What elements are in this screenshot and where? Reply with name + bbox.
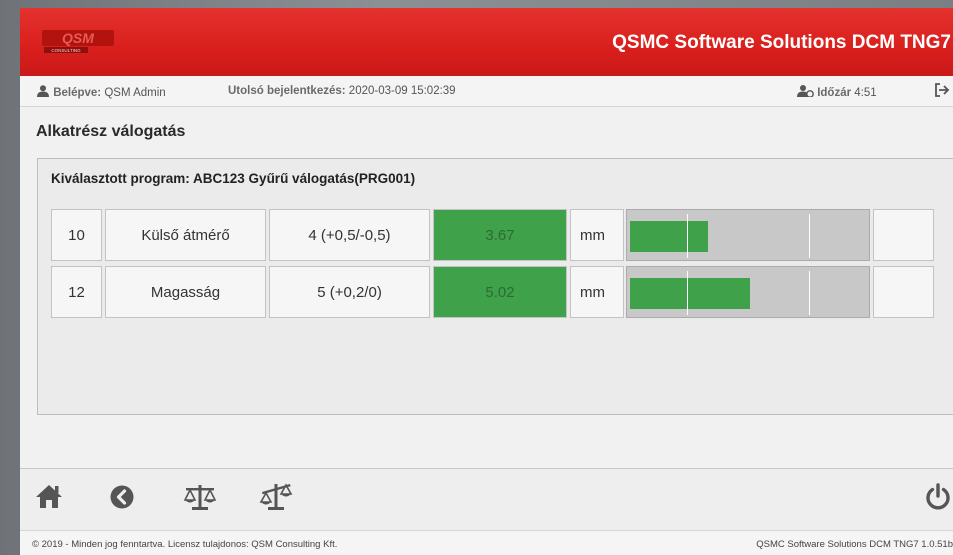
program-label: Kiválasztott program: [51, 171, 190, 186]
row-value: 3.67 [433, 209, 567, 261]
user-value: QSM Admin [104, 87, 166, 99]
top-bar: QSM CONSULTING QSMC Software Solutions D… [20, 8, 953, 76]
home-icon[interactable] [34, 483, 64, 514]
power-icon[interactable] [924, 483, 952, 516]
gauge-lower-limit [687, 214, 688, 258]
user-clock-icon [797, 85, 814, 98]
app-screen: QSM CONSULTING QSMC Software Solutions D… [20, 8, 953, 555]
program-value: ABC123 Gyűrű válogatás(PRG001) [193, 171, 416, 186]
tolerance-gauge [626, 209, 870, 261]
back-icon[interactable] [110, 485, 134, 514]
unbalanced-scale-icon[interactable] [259, 480, 293, 517]
company-logo: QSM CONSULTING [42, 26, 116, 54]
gauge-lower-limit [687, 271, 688, 315]
page-title: Alkatrész válogatás [36, 123, 186, 140]
user-icon [37, 85, 49, 97]
user-label: Belépve: [53, 87, 102, 99]
row-id: 10 [51, 209, 102, 261]
logged-in-user: Belépve: QSM Admin [36, 85, 166, 99]
balance-scale-icon[interactable] [183, 482, 217, 517]
row-status-cell [873, 209, 934, 261]
row-status-cell [873, 266, 934, 318]
gauge-upper-limit [809, 271, 810, 315]
svg-text:QSM: QSM [62, 30, 94, 46]
timer-label: Időzár [817, 87, 852, 99]
row-id: 12 [51, 266, 102, 318]
last-login-value: 2020-03-09 15:02:39 [348, 85, 456, 97]
tolerance-gauge [626, 266, 870, 318]
row-name: Magasság [105, 266, 266, 318]
session-timer: Időzár 4:51 [797, 85, 877, 99]
version-text: QSMC Software Solutions DCM TNG7 1.0.51b [756, 539, 953, 550]
gauge-upper-limit [809, 214, 810, 258]
logout-icon[interactable] [934, 83, 950, 100]
gauge-bar [630, 221, 708, 252]
row-value: 5.02 [433, 266, 567, 318]
timer-value: 4:51 [854, 87, 877, 99]
app-title: QSMC Software Solutions DCM TNG7 [612, 32, 951, 53]
row-unit: mm [570, 209, 624, 261]
row-name: Külső átmérő [105, 209, 266, 261]
copyright-text: © 2019 - Minden jog fenntartva. Licensz … [32, 539, 338, 550]
info-bar: Belépve: QSM Admin Utolsó bejelentkezés:… [20, 76, 953, 107]
row-nominal: 5 (+0,2/0) [269, 266, 430, 318]
gauge-bar [630, 278, 750, 309]
row-nominal: 4 (+0,5/-0,5) [269, 209, 430, 261]
last-login: Utolsó bejelentkezés: 2020-03-09 15:02:3… [228, 85, 456, 97]
selected-program: Kiválasztott program: ABC123 Gyűrű válog… [51, 171, 415, 186]
svg-text:CONSULTING: CONSULTING [51, 48, 81, 53]
last-login-label: Utolsó bejelentkezés: [228, 85, 346, 97]
bottom-toolbar [20, 468, 953, 531]
footer: © 2019 - Minden jog fenntartva. Licensz … [20, 530, 953, 555]
row-unit: mm [570, 266, 624, 318]
measurement-panel: Kiválasztott program: ABC123 Gyűrű válog… [37, 158, 953, 415]
